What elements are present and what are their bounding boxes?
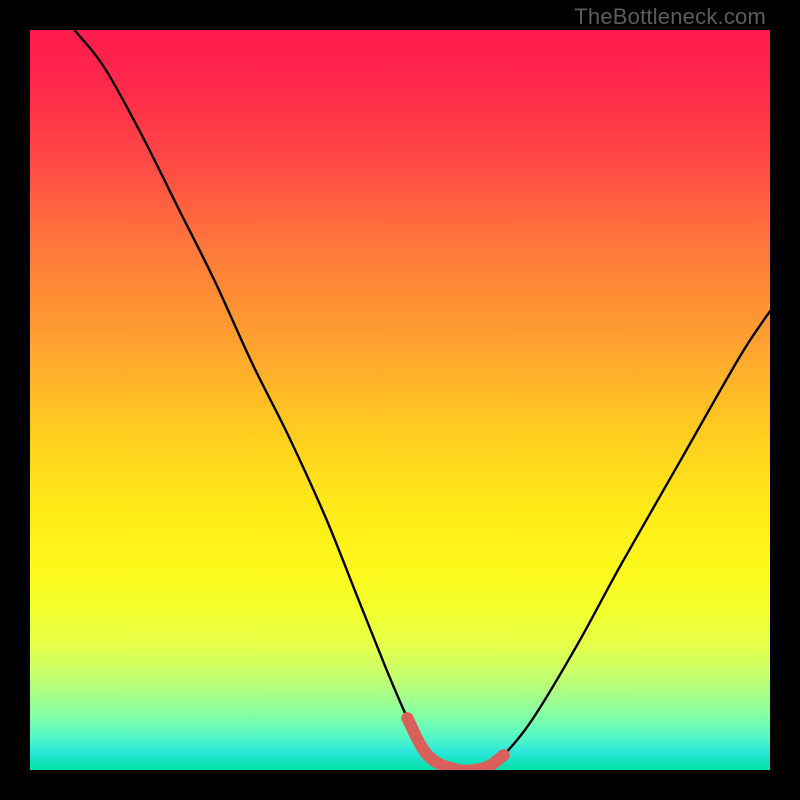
bottleneck-curve <box>74 30 770 770</box>
watermark-text: TheBottleneck.com <box>574 4 766 30</box>
highlight-start-dot <box>401 712 413 724</box>
highlight-end-dot <box>498 749 510 761</box>
flat-bottom-highlight <box>407 718 503 770</box>
chart-frame: TheBottleneck.com <box>0 0 800 800</box>
curve-layer <box>30 30 770 770</box>
plot-area <box>30 30 770 770</box>
